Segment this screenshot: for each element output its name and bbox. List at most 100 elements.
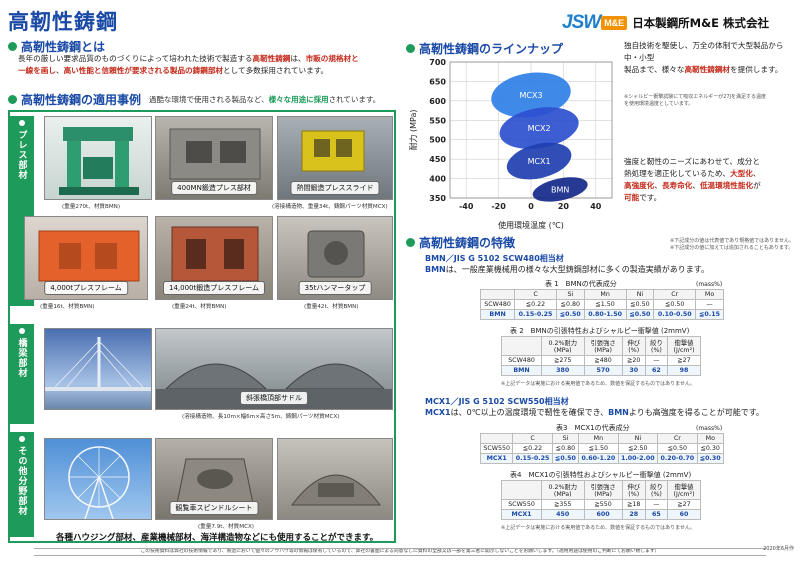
table-header-cell: 絞り (%)	[644, 336, 669, 356]
table-header-cell: Si	[551, 433, 580, 444]
table-header-cell: 0.2%耐力 (MPa)	[541, 336, 585, 356]
photo-400mn-press: 400MN鍛造プレス部材	[155, 116, 273, 200]
table-cell: ≦0.30	[696, 443, 725, 454]
table-cell: 0.60-1.20	[578, 453, 619, 464]
table-cell: ≦0.30	[696, 453, 725, 464]
table-row: BMN 0.15-0.25 ≦0.50 0.80-1.50 ≦0.50 0.10-0.50…	[479, 309, 724, 320]
photo-cable-stayed-bridge	[44, 328, 152, 410]
table-row: SCW480 ≦0.22 ≦0.80 ≦1.50 ≦0.50 ≦0.50—	[479, 299, 724, 310]
table-cell: MCX1	[500, 509, 543, 520]
table-header-cell: Si	[555, 289, 585, 300]
table-header-cell: 引張強さ (MPa)	[583, 336, 623, 356]
table-cell: 450	[541, 509, 585, 520]
table-cell: 30	[621, 365, 646, 376]
table-header-cell: Mo	[696, 433, 725, 444]
table-cell: SCW480	[479, 299, 516, 310]
page-title: 高靭性鋳鋼	[8, 10, 118, 34]
table-header-cell: 衝撃値 (J/cm²)	[667, 336, 701, 356]
table4-title: 表4 MCX1の引張特性およびシャルピー衝撃値 (2mmV)	[510, 471, 692, 479]
tab-bridge: 橋梁部材	[10, 324, 34, 424]
photo-caption: 14,000t鍛造プレスフレーム	[162, 281, 266, 295]
table-cell: ≧480	[583, 355, 623, 366]
y-axis-label: 耐力 (MPa)	[408, 109, 418, 150]
table-header-cell: Ni	[617, 433, 659, 444]
lineup-text-2: 強度と靭性のニーズにあわせて、成分と 熱処理を適正化しているため、大型化、 高強…	[624, 157, 761, 202]
table-cell: ≦0.50	[653, 299, 697, 310]
photo-ferris-wheel	[44, 438, 152, 520]
table-cell: —	[695, 299, 724, 310]
photo-hot-forge-slide: 熱間鍛造プレススライド	[277, 116, 393, 200]
table-cell: —	[644, 499, 669, 510]
table-header-cell	[500, 336, 543, 356]
mcx-title: MCX1／JIS G 5102 SCW550相当材	[425, 397, 569, 406]
tab-other: その他分野部材	[10, 432, 34, 537]
table-header-cell: 絞り (%)	[644, 480, 669, 500]
table-cell: ≦0.50	[657, 443, 698, 454]
y-tick-label: 650	[429, 77, 446, 86]
table-row: BMN 380 570 30 62 98	[500, 365, 701, 376]
cases-heading: 高靭性鋳鋼の適用事例 過酷な環境で使用される製品など、様々な用途に採用されていま…	[8, 91, 380, 108]
table-row: MCX1 450 600 28 65 60	[500, 509, 701, 520]
table-cell: ≦1.50	[578, 443, 619, 454]
logo-jsw: JSW	[562, 12, 601, 33]
table-cell: ≦0.22	[512, 443, 553, 454]
table-cell: 1.00-2.00	[617, 453, 659, 464]
table-cell: 0.20-0.70	[657, 453, 698, 464]
table-cell: ≧20	[621, 355, 646, 366]
table-header-cell: C	[512, 433, 553, 444]
table-header-cell: C	[514, 289, 557, 300]
table-cell: BMN	[479, 309, 516, 320]
photo-press-frame-large	[44, 116, 152, 200]
table-header-cell: Ni	[625, 289, 655, 300]
photo-caption: 斜張橋頂部サドル	[240, 391, 308, 405]
table-row: SCW480 ≧275 ≧480 ≧20— ≧27	[500, 355, 701, 366]
table-cell: SCW550	[500, 499, 543, 510]
table-header-cell: 衝撃値 (J/cm²)	[667, 480, 701, 500]
footer-disclaimer: この技術資料は弊社の技術情報であり、製造において個々のノウハウ等の情報は保有して…	[34, 548, 766, 556]
series-label: BMN	[551, 185, 569, 194]
table-cell: MCX1	[479, 453, 514, 464]
table-cell: 60	[667, 509, 701, 520]
table4-mcx-properties: 0.2%耐力 (MPa) 引張強さ (MPa) 伸び (%) 絞り (%) 衝撃値 (J/cm²)…	[500, 480, 701, 520]
table-cell: ≦0.50	[625, 309, 655, 320]
table-cell: ≦0.50	[551, 453, 580, 464]
company-logo: JSW M&E 日本製鋼所M&E 株式会社	[562, 12, 769, 34]
press-frame-illustration	[59, 127, 139, 195]
table-header-cell: 伸び (%)	[621, 336, 646, 356]
ferris-wheel-icon	[68, 446, 130, 519]
table-header-cell: 引張強さ (MPa)	[583, 480, 623, 500]
table-cell: ≦0.80	[551, 443, 580, 454]
table-cell: 0.15-0.25	[512, 453, 553, 464]
table3-mcx-composition: C Si Mn Ni Cr Mo SCW550 ≦0.22 ≦0.80 ≦1.50 ≦2.50 ≦0.…	[479, 433, 725, 464]
bullet-icon	[8, 95, 17, 104]
table-header-cell: Cr	[653, 289, 697, 300]
table-header-cell	[479, 289, 516, 300]
about-text: 長年の厳しい要求品質のものづくりによって培われた技術で製造する高靭性鋳鋼は、市販…	[18, 54, 359, 75]
table-header-cell: 0.2%耐力 (MPa)	[541, 480, 585, 500]
series-label: MCX2	[528, 124, 551, 133]
table-header-cell	[500, 480, 543, 500]
logo-me-badge: M&E	[601, 16, 628, 30]
x-axis-label: 使用環境温度 (℃)	[498, 220, 564, 230]
bmn-title: BMN／JIS G 5102 SCW480相当材	[425, 254, 564, 263]
y-tick-label: 700	[429, 58, 446, 67]
photo-35t-hammer-tap: 35tハンマータップ	[277, 216, 393, 300]
table-cell: ≧275	[541, 355, 585, 366]
table1-bmn-composition: C Si Mn Ni Cr Mo SCW480 ≦0.22 ≦0.80 ≦1.50 ≦0.50 ≦0.…	[479, 289, 724, 320]
table-cell: ≧550	[583, 499, 623, 510]
table1-unit: (mass%)	[696, 281, 723, 288]
table-cell: BMN	[500, 365, 543, 376]
table-row: MCX1 0.15-0.25 ≦0.50 0.60-1.20 1.00-2.00 0.20…	[479, 453, 725, 464]
footer-code: 2020年6月作	[763, 546, 794, 552]
table-cell: 0.80-1.50	[583, 309, 627, 320]
table-header-cell: Mo	[695, 289, 724, 300]
footer: この技術資料は弊社の技術情報であり、製造において個々のノウハウ等の情報は保有して…	[0, 545, 800, 566]
table-row: SCW550 ≦0.22 ≦0.80 ≦1.50 ≦2.50 ≦0.50 ≦0.30	[479, 443, 725, 454]
table-cell: ≦2.50	[617, 443, 659, 454]
photo-caption: 35tハンマータップ	[298, 281, 372, 295]
table-cell: ≦0.50	[555, 309, 585, 320]
table-cell: —	[644, 355, 669, 366]
table-cell: 0.10-0.50	[653, 309, 697, 320]
photo-spindle-seat-1: 観覧車スピンドルシート	[155, 438, 273, 520]
photo-caption: 観覧車スピンドルシート	[169, 501, 259, 515]
